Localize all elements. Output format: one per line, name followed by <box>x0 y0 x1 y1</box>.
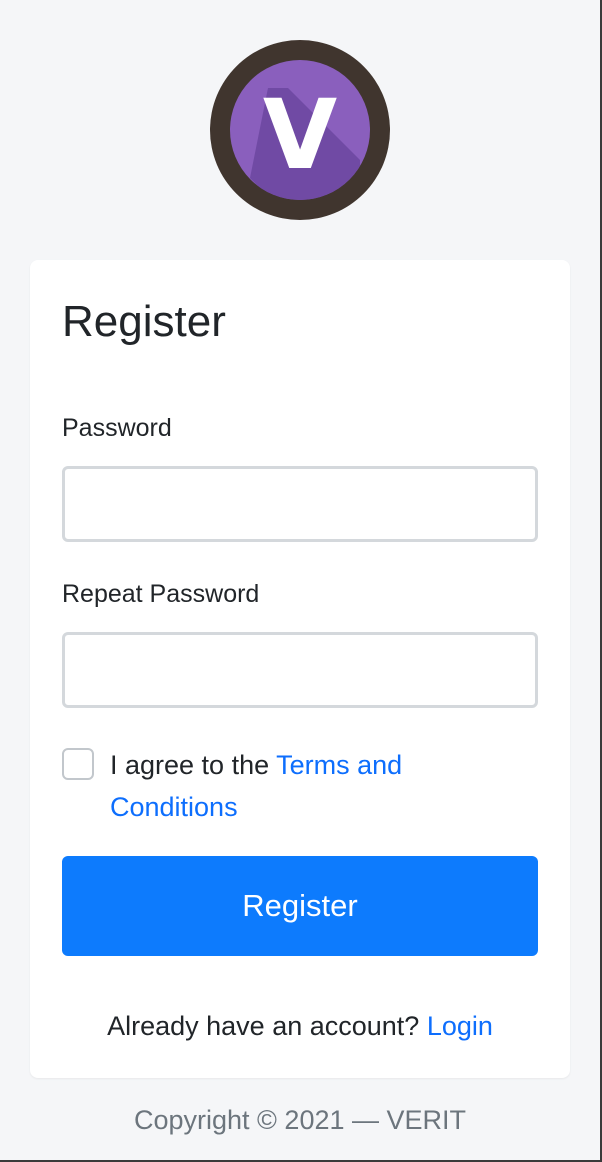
register-button[interactable]: Register <box>62 856 538 956</box>
terms-prefix: I agree to the <box>110 750 277 780</box>
register-card: Register Password Repeat Password I agre… <box>30 260 570 1078</box>
login-prompt: Already have an account? Login <box>30 1008 570 1044</box>
terms-checkbox[interactable] <box>62 748 94 780</box>
login-prompt-text: Already have an account? <box>107 1011 427 1041</box>
app-logo: V <box>210 40 390 220</box>
login-link[interactable]: Login <box>427 1011 493 1041</box>
footer-copyright: Copyright © 2021 — VERIT <box>133 1105 467 1135</box>
page-title: Register <box>62 297 226 346</box>
password-input[interactable] <box>62 466 538 542</box>
repeat-password-input[interactable] <box>62 632 538 708</box>
repeat-password-label: Repeat Password <box>62 580 260 608</box>
logo-letter: V <box>263 79 337 191</box>
password-label: Password <box>62 414 172 442</box>
v-logo-icon: V <box>210 40 390 220</box>
terms-text: I agree to the Terms and Conditions <box>110 744 510 828</box>
